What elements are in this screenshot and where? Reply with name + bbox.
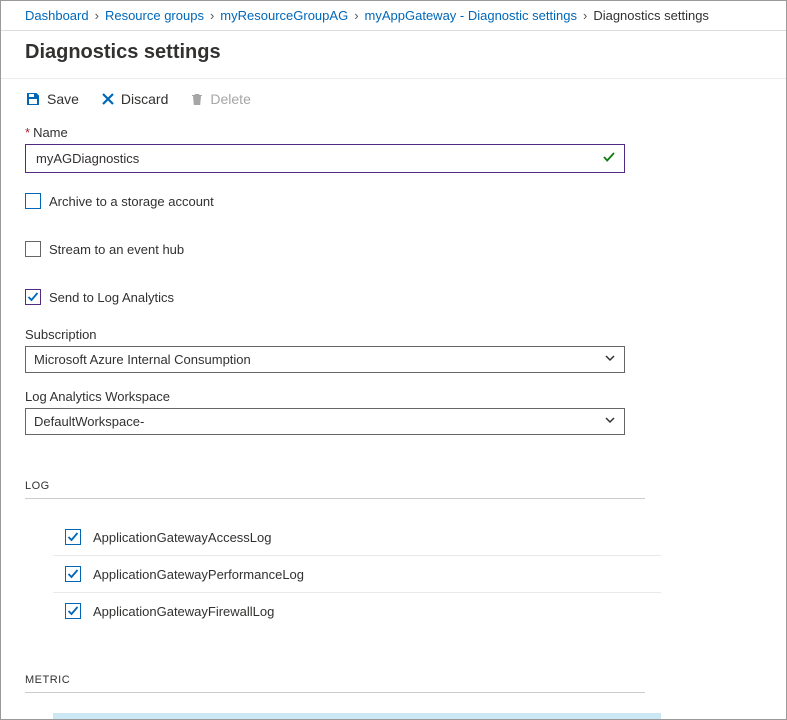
subscription-select[interactable]: Microsoft Azure Internal Consumption	[25, 346, 625, 373]
log-section-heading: LOG	[25, 480, 762, 492]
loganalytics-checkbox-row[interactable]: Send to Log Analytics	[25, 289, 762, 305]
name-label-row: *Name	[25, 125, 762, 140]
log-item-label: ApplicationGatewayFirewallLog	[93, 604, 274, 619]
breadcrumb: Dashboard › Resource groups › myResource…	[1, 1, 786, 31]
divider	[25, 498, 645, 499]
discard-button[interactable]: Discard	[101, 91, 168, 107]
log-item-label: ApplicationGatewayAccessLog	[93, 530, 272, 545]
breadcrumb-link-dashboard[interactable]: Dashboard	[25, 8, 89, 23]
archive-checkbox-row[interactable]: Archive to a storage account	[25, 193, 762, 209]
archive-label: Archive to a storage account	[49, 194, 214, 209]
save-button-label: Save	[47, 91, 79, 107]
checkmark-icon	[602, 150, 616, 167]
metric-item-all[interactable]: AllMetrics	[53, 713, 661, 720]
name-input-wrapper[interactable]	[25, 144, 625, 173]
save-icon	[25, 91, 41, 107]
save-button[interactable]: Save	[25, 91, 79, 107]
trash-icon	[190, 92, 204, 106]
log-item-firewall[interactable]: ApplicationGatewayFirewallLog	[53, 592, 661, 629]
discard-button-label: Discard	[121, 91, 168, 107]
breadcrumb-current: Diagnostics settings	[593, 8, 709, 23]
chevron-right-icon: ›	[95, 8, 99, 23]
workspace-value: DefaultWorkspace-	[34, 414, 144, 429]
name-label: Name	[33, 125, 68, 140]
loganalytics-label: Send to Log Analytics	[49, 290, 174, 305]
breadcrumb-link-resource-group[interactable]: myResourceGroupAG	[220, 8, 348, 23]
page-title: Diagnostics settings	[1, 31, 786, 79]
delete-button-label: Delete	[210, 91, 250, 107]
workspace-label: Log Analytics Workspace	[25, 389, 762, 404]
chevron-right-icon: ›	[583, 8, 587, 23]
loganalytics-checkbox[interactable]	[25, 289, 41, 305]
stream-label: Stream to an event hub	[49, 242, 184, 257]
log-item-performance[interactable]: ApplicationGatewayPerformanceLog	[53, 555, 661, 592]
log-item-label: ApplicationGatewayPerformanceLog	[93, 567, 304, 582]
form: *Name Archive to a storage account Strea…	[1, 125, 786, 720]
name-input[interactable]	[34, 150, 602, 167]
chevron-right-icon: ›	[354, 8, 358, 23]
workspace-select[interactable]: DefaultWorkspace-	[25, 408, 625, 435]
metric-section-heading: METRIC	[25, 674, 762, 686]
subscription-value: Microsoft Azure Internal Consumption	[34, 352, 251, 367]
required-indicator: *	[25, 125, 30, 140]
stream-checkbox[interactable]	[25, 241, 41, 257]
close-icon	[101, 92, 115, 106]
toolbar: Save Discard Delete	[1, 79, 786, 125]
log-checkbox[interactable]	[65, 529, 81, 545]
breadcrumb-link-resource-groups[interactable]: Resource groups	[105, 8, 204, 23]
stream-checkbox-row[interactable]: Stream to an event hub	[25, 241, 762, 257]
subscription-label: Subscription	[25, 327, 762, 342]
breadcrumb-link-resource[interactable]: myAppGateway - Diagnostic settings	[365, 8, 577, 23]
divider	[25, 692, 645, 693]
chevron-down-icon	[604, 352, 616, 367]
chevron-right-icon: ›	[210, 8, 214, 23]
log-checkbox[interactable]	[65, 603, 81, 619]
delete-button: Delete	[190, 91, 250, 107]
archive-checkbox[interactable]	[25, 193, 41, 209]
log-item-access[interactable]: ApplicationGatewayAccessLog	[53, 519, 661, 555]
chevron-down-icon	[604, 414, 616, 429]
log-checkbox[interactable]	[65, 566, 81, 582]
